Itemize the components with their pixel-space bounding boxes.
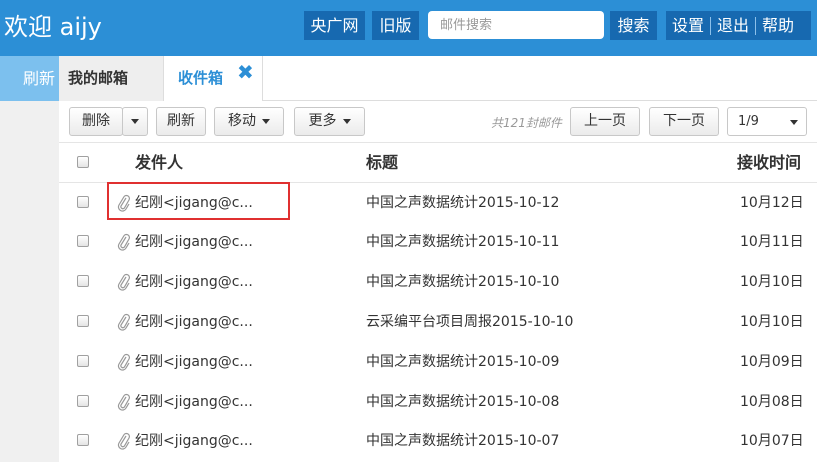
more-dropdown-button[interactable]: 更多 [294, 107, 365, 136]
sidebar-refresh-button[interactable]: 刷新 [0, 56, 59, 101]
row-date: 10月09日 [740, 354, 804, 370]
welcome-text: 欢迎 aijy [4, 13, 102, 41]
help-link[interactable]: 帮助 [756, 11, 800, 40]
paperclip-icon [117, 233, 130, 251]
refresh-button[interactable]: 刷新 [156, 107, 206, 136]
paperclip-icon [117, 273, 130, 291]
top-header: 欢迎 aijy 央广网 旧版 搜索 设置 退出 帮助 [0, 0, 817, 56]
sidebar: 刷新 [0, 56, 59, 462]
tab-bar: 我的邮箱 收件箱 ✖ [59, 56, 817, 102]
cnr-link-button[interactable]: 央广网 [304, 11, 365, 40]
row-checkbox[interactable] [77, 315, 89, 327]
row-checkbox[interactable] [77, 434, 89, 446]
table-row[interactable]: 纪刚<jigang@c... 中国之声数据统计2015-10-11 10月11日 [59, 222, 817, 262]
row-checkbox[interactable] [77, 235, 89, 247]
next-page-button[interactable]: 下一页 [649, 107, 719, 136]
row-checkbox[interactable] [77, 395, 89, 407]
column-header-subject[interactable]: 标题 [366, 143, 398, 183]
table-row[interactable]: 纪刚<jigang@c... 中国之声数据统计2015-10-07 10月07日 [59, 421, 817, 461]
old-version-button[interactable]: 旧版 [372, 11, 419, 40]
settings-link[interactable]: 设置 [666, 11, 710, 40]
row-subject[interactable]: 云采编平台项目周报2015-10-10 [366, 302, 573, 342]
row-subject[interactable]: 中国之声数据统计2015-10-07 [366, 421, 559, 461]
table-row[interactable]: 纪刚<jigang@c... 中国之声数据统计2015-10-12 10月12日 [59, 183, 817, 223]
select-all-checkbox[interactable] [77, 156, 89, 168]
row-date: 10月08日 [740, 394, 804, 410]
row-date: 10月10日 [740, 274, 804, 290]
table-row[interactable]: 纪刚<jigang@c... 中国之声数据统计2015-10-09 10月09日 [59, 342, 817, 382]
row-checkbox[interactable] [77, 275, 89, 287]
paperclip-icon [117, 194, 130, 212]
logout-link[interactable]: 退出 [711, 11, 755, 40]
row-date: 10月12日 [740, 195, 804, 211]
search-button[interactable]: 搜索 [610, 11, 657, 40]
row-subject[interactable]: 中国之声数据统计2015-10-12 [366, 183, 559, 223]
row-date: 10月10日 [740, 314, 804, 330]
table-header: 发件人 标题 接收时间 [59, 143, 817, 183]
mail-search-input[interactable] [428, 11, 604, 39]
delete-button[interactable]: 删除 [69, 107, 123, 136]
table-row[interactable]: 纪刚<jigang@c... 中国之声数据统计2015-10-08 10月08日 [59, 382, 817, 422]
row-sender: 纪刚<jigang@c... [135, 274, 253, 290]
row-sender: 纪刚<jigang@c... [135, 314, 253, 330]
row-sender: 纪刚<jigang@c... [135, 354, 253, 370]
row-subject[interactable]: 中国之声数据统计2015-10-08 [366, 382, 559, 422]
column-header-received-time[interactable]: 接收时间 [737, 143, 801, 183]
delete-dropdown-button[interactable] [122, 107, 148, 136]
row-sender: 纪刚<jigang@c... [135, 195, 253, 211]
paperclip-icon [117, 432, 130, 450]
column-header-sender[interactable]: 发件人 [135, 143, 183, 183]
row-subject[interactable]: 中国之声数据统计2015-10-11 [366, 222, 559, 262]
row-checkbox[interactable] [77, 355, 89, 367]
caret-down-icon [131, 118, 139, 124]
row-subject[interactable]: 中国之声数据统计2015-10-10 [366, 262, 559, 302]
page-select[interactable]: 1/9 [727, 107, 807, 136]
row-date: 10月07日 [740, 433, 804, 449]
row-sender: 纪刚<jigang@c... [135, 433, 253, 449]
caret-down-icon [262, 118, 270, 124]
mail-toolbar: 删除 刷新 移动 更多 共121封邮件 上一页 下一页 1/9 [59, 101, 817, 143]
caret-down-icon [790, 120, 798, 125]
paperclip-icon [117, 393, 130, 411]
caret-down-icon [342, 118, 351, 124]
mail-count-text: 共121封邮件 [491, 116, 562, 130]
prev-page-button[interactable]: 上一页 [570, 107, 640, 136]
tab-my-mailbox[interactable]: 我的邮箱 [59, 56, 164, 101]
more-label: 更多 [308, 113, 337, 129]
table-row[interactable]: 纪刚<jigang@c... 云采编平台项目周报2015-10-10 10月10… [59, 302, 817, 342]
top-nav: 设置 退出 帮助 [666, 11, 811, 40]
row-date: 10月11日 [740, 234, 804, 250]
row-sender: 纪刚<jigang@c... [135, 394, 253, 410]
page-select-value: 1/9 [738, 114, 759, 129]
close-tab-icon[interactable]: ✖ [237, 62, 254, 82]
row-checkbox[interactable] [77, 196, 89, 208]
table-row[interactable]: 纪刚<jigang@c... 中国之声数据统计2015-10-10 10月10日 [59, 262, 817, 302]
row-subject[interactable]: 中国之声数据统计2015-10-09 [366, 342, 559, 382]
move-dropdown-button[interactable]: 移动 [214, 107, 284, 136]
paperclip-icon [117, 313, 130, 331]
move-label: 移动 [228, 113, 256, 129]
row-sender: 纪刚<jigang@c... [135, 234, 253, 250]
paperclip-icon [117, 353, 130, 371]
